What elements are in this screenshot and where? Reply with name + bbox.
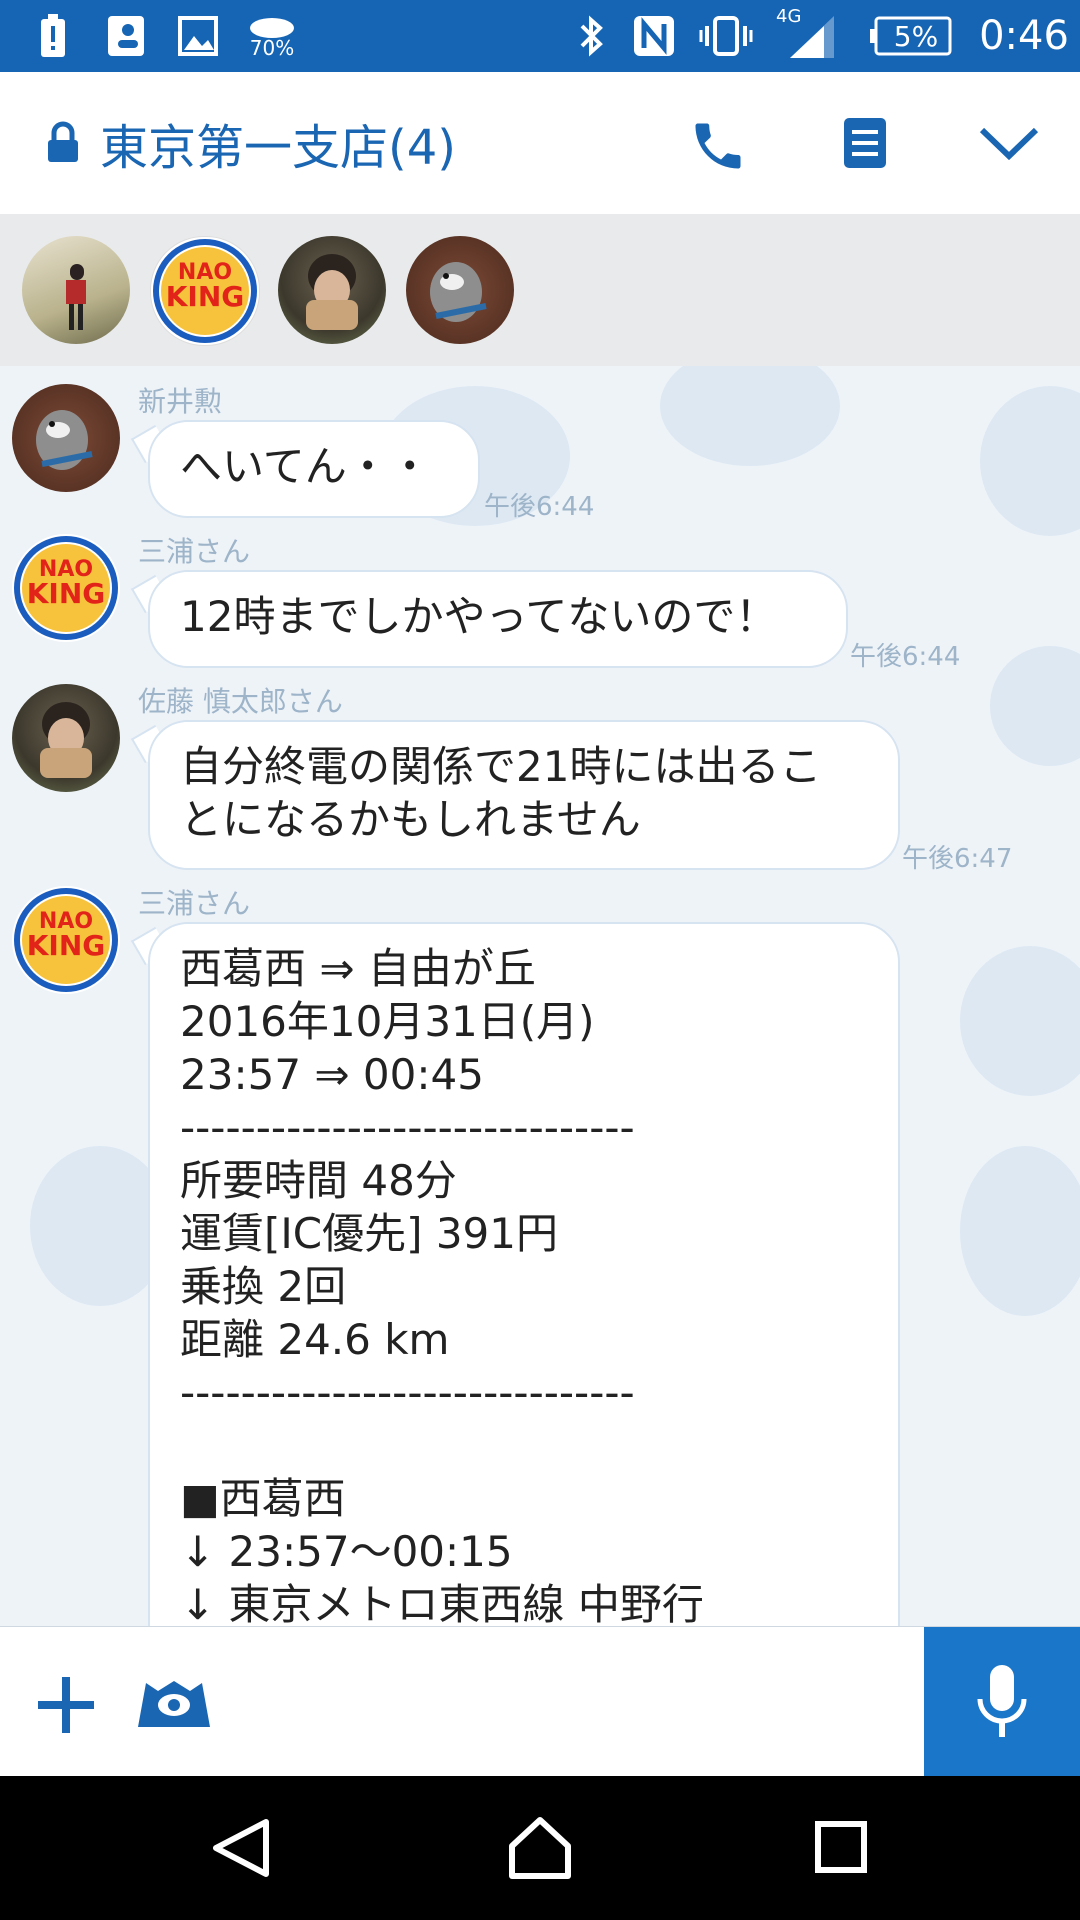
sender-avatar[interactable]: NAO KING [12,886,120,994]
nfc-icon [630,14,678,58]
lock-icon [46,120,80,168]
status-bar: 70% 4G 5% 0:46 [0,0,1080,72]
sender-name: 三浦さん [138,887,251,920]
chat-header: 東京第一支店(4) [0,72,1080,215]
recents-icon [815,1821,867,1873]
sender-avatar[interactable] [12,684,120,792]
add-button[interactable] [36,1675,96,1739]
weather-percent: 70% [249,36,295,60]
sender-name: 新井勲 [138,385,223,418]
background-decoration [960,1146,1080,1316]
status-time: 0:46 [979,13,1069,59]
home-icon [509,1817,571,1879]
call-button[interactable] [688,116,748,180]
message-time: 午後6:44 [484,492,595,522]
contacts-icon [104,14,148,58]
member-avatar[interactable] [406,236,514,344]
network-label: 4G [776,6,802,27]
notes-icon [844,118,886,168]
weather-icon: 70% [244,14,300,58]
battery-icon: 5% [870,14,954,58]
message-bubble[interactable]: 自分終電の関係で21時には出るこ とになるかもしれません [148,720,900,870]
voice-button[interactable] [924,1627,1080,1777]
message-bubble[interactable]: 西葛西 ⇒ 自由が丘 2016年10月31日(月) 23:57 ⇒ 00:45 … [148,922,900,1626]
recents-button[interactable] [814,1820,868,1878]
sender-avatar[interactable] [12,384,120,492]
room-title[interactable]: 東京第一支店(4) [100,108,456,178]
sender-name: 佐藤 慎太郎さん [138,685,343,718]
plus-icon [38,1677,94,1733]
phone-icon [695,123,741,169]
background-decoration [990,646,1080,766]
background-decoration [660,366,840,466]
notes-button[interactable] [842,116,888,174]
message-input-bar [0,1626,1080,1777]
sender-avatar[interactable]: NAO KING [12,534,120,642]
message-time: 午後6:44 [850,642,961,672]
back-icon [213,1819,269,1877]
logo-line-2: KING [165,280,245,313]
signal-icon: 4G [776,6,836,58]
sticker-button[interactable] [136,1677,212,1733]
sender-name: 三浦さん [138,535,251,568]
battery-alert-icon [38,14,68,58]
monster-icon [138,1681,210,1727]
member-avatar[interactable] [22,236,130,344]
chevron-down-icon [979,127,1039,161]
background-decoration [960,946,1080,1096]
home-button[interactable] [508,1816,572,1884]
back-button[interactable] [210,1818,270,1882]
system-navigation-bar [0,1776,1080,1920]
message-input[interactable] [230,1637,910,1767]
bluetooth-icon [574,14,608,58]
logo-line-2: KING [26,929,106,962]
message-time: 午後6:47 [902,844,1013,874]
member-avatar[interactable]: NAO KING [150,236,260,346]
message-bubble[interactable]: 12時までしかやってないので！ [148,570,848,668]
message-bubble[interactable]: へいてん・・ [148,420,480,518]
logo-line-2: KING [26,577,106,610]
microphone-icon [977,1665,1027,1737]
image-icon [176,14,220,58]
battery-percent: 5% [893,19,939,53]
member-strip: NAO KING [0,214,1080,366]
chat-area[interactable]: 新井勲 へいてん・・ 午後6:44 NAO KING 三浦さん 12時までしかや… [0,366,1080,1626]
collapse-button[interactable] [978,124,1040,168]
member-avatar[interactable] [278,236,386,344]
background-decoration [980,386,1080,536]
vibrate-icon [698,14,754,58]
